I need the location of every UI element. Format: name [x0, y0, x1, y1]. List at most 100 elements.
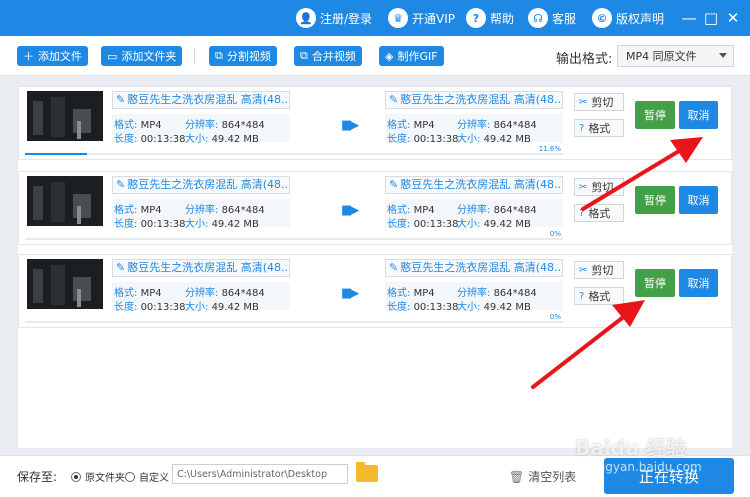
target-format: 格式: MP4	[387, 284, 435, 299]
help-icon: ?	[466, 8, 486, 28]
target-format: 格式: MP4	[387, 116, 435, 131]
source-size-value: 49.42 MB	[211, 134, 259, 145]
target-filename[interactable]: ✎ 憨豆先生之洗衣房混乱 高清(48...	[385, 176, 563, 194]
cancel-button[interactable]: 取消	[679, 186, 718, 214]
source-resolution: 分辨率: 864*484	[185, 284, 265, 299]
cut-button[interactable]: ✂ 剪切	[574, 178, 624, 196]
target-format: 格式: MP4	[387, 201, 435, 216]
cancel-button[interactable]: 取消	[679, 269, 718, 297]
save-to-label: 保存至:	[17, 470, 58, 484]
edit-icon: ✎	[389, 261, 399, 274]
output-format-value: MP4 同原文件	[626, 50, 697, 63]
add-folder-button[interactable]: ▭ 添加文件夹	[101, 46, 183, 66]
target-size: 大小: 49.42 MB	[457, 215, 531, 230]
customer-service-label: 客服	[552, 11, 577, 26]
format-label: 格式	[588, 122, 611, 135]
edit-icon: ✎	[389, 93, 399, 106]
open-vip-label: 开通VIP	[412, 11, 455, 26]
source-format: 格式: MP4	[114, 201, 162, 216]
help-link[interactable]: ? 帮助	[466, 7, 514, 29]
target-filename[interactable]: ✎ 憨豆先生之洗衣房混乱 高清(48...	[385, 259, 563, 277]
cut-button[interactable]: ✂ 剪切	[574, 93, 624, 111]
cut-label: 剪切	[591, 96, 614, 109]
task-row: ✎ 憨豆先生之洗衣房混乱 高清(48... 格式: MP4 分辨率: 864*48…	[18, 86, 732, 160]
scissors-icon: ✂	[579, 96, 588, 108]
folder-icon: ▭	[107, 49, 118, 63]
edit-icon: ✎	[116, 178, 126, 191]
convert-arrow-icon: ▮▮▶	[341, 118, 359, 133]
source-filename[interactable]: ✎ 憨豆先生之洗衣房混乱 高清(48...	[112, 91, 290, 109]
edit-icon: ✎	[116, 93, 126, 106]
source-size-key: 大小:	[185, 302, 209, 313]
target-resolution: 分辨率: 864*484	[457, 284, 537, 299]
video-thumbnail	[27, 176, 103, 226]
target-filename-text: 憨豆先生之洗衣房混乱 高清(48...	[400, 93, 563, 106]
target-dur-key: 长度:	[387, 134, 411, 145]
radio-custom-folder[interactable]: 自定义	[125, 469, 169, 484]
target-filename-text: 憨豆先生之洗衣房混乱 高清(48...	[400, 261, 563, 274]
source-resolution: 分辨率: 864*484	[185, 116, 265, 131]
copyright-link[interactable]: © 版权声明	[592, 7, 664, 29]
split-video-button[interactable]: ⧉ 分割视频	[209, 46, 277, 66]
convert-arrow-icon: ▮▮▶	[341, 286, 359, 301]
source-filename[interactable]: ✎ 憨豆先生之洗衣房混乱 高清(48...	[112, 259, 290, 277]
title-bar: 👤 注册/登录 ♛ 开通VIP ? 帮助 ☊ 客服 © 版权声明 — □ ✕	[0, 0, 750, 36]
task-row: ✎ 憨豆先生之洗衣房混乱 高清(48... 格式: MP4 分辨率: 864*48…	[18, 171, 732, 245]
merge-video-button[interactable]: ⧉ 合并视频	[294, 46, 362, 66]
video-thumbnail	[27, 259, 103, 309]
pause-button[interactable]: 暂停	[635, 269, 675, 297]
split-video-label: 分割视频	[226, 50, 271, 63]
cancel-button[interactable]: 取消	[679, 101, 718, 129]
output-format-label: 输出格式:	[556, 52, 613, 67]
source-format: 格式: MP4	[114, 116, 162, 131]
pause-button[interactable]: 暂停	[635, 101, 675, 129]
add-folder-label: 添加文件夹	[121, 50, 177, 63]
radio-custom-label: 自定义	[139, 473, 169, 484]
close-button[interactable]: ✕	[724, 9, 742, 27]
source-dur-key: 长度:	[114, 302, 138, 313]
target-size-key: 大小:	[457, 302, 481, 313]
target-size: 大小: 49.42 MB	[457, 130, 531, 145]
radio-checked-icon	[71, 471, 81, 482]
target-dur-key: 长度:	[387, 302, 411, 313]
format-button[interactable]: ? 格式	[574, 119, 624, 137]
source-duration: 长度: 00:13:38	[114, 130, 185, 145]
make-gif-button[interactable]: ◈ 制作GIF	[379, 46, 444, 66]
target-dur-value: 00:13:38	[413, 134, 459, 145]
source-dur-value: 00:13:38	[140, 302, 186, 313]
source-size: 大小: 49.42 MB	[185, 130, 259, 145]
source-size: 大小: 49.42 MB	[185, 298, 259, 313]
source-size-value: 49.42 MB	[211, 219, 259, 230]
format-button[interactable]: ? 格式	[574, 287, 624, 305]
radio-original-folder[interactable]: 原文件夹	[71, 469, 125, 484]
cut-button[interactable]: ✂ 剪切	[574, 261, 624, 279]
format-icon: ?	[579, 122, 585, 134]
gif-icon: ◈	[385, 49, 394, 63]
format-button[interactable]: ? 格式	[574, 204, 624, 222]
source-duration: 长度: 00:13:38	[114, 298, 185, 313]
minimize-button[interactable]: —	[680, 9, 698, 27]
target-filename[interactable]: ✎ 憨豆先生之洗衣房混乱 高清(48...	[385, 91, 563, 109]
maximize-button[interactable]: □	[702, 9, 720, 27]
target-size-key: 大小:	[457, 219, 481, 230]
output-format-select[interactable]: MP4 同原文件	[617, 45, 734, 67]
progress-bar	[25, 238, 563, 240]
target-duration: 长度: 00:13:38	[387, 298, 458, 313]
save-path-input[interactable]	[172, 464, 348, 484]
scissors-icon: ✂	[579, 264, 588, 276]
target-dur-value: 00:13:38	[413, 302, 459, 313]
folder-icon[interactable]	[356, 462, 378, 482]
customer-service-link[interactable]: ☊ 客服	[528, 7, 576, 29]
clear-list-button[interactable]: 🗑 清空列表	[509, 468, 576, 485]
merge-video-label: 合并视频	[311, 50, 356, 63]
source-filename[interactable]: ✎ 憨豆先生之洗衣房混乱 高清(48...	[112, 176, 290, 194]
video-thumbnail	[27, 91, 103, 141]
target-size-value: 49.42 MB	[483, 134, 531, 145]
pause-button[interactable]: 暂停	[635, 186, 675, 214]
add-file-button[interactable]: ＋ 添加文件	[17, 46, 88, 66]
copyright-label: 版权声明	[616, 11, 665, 26]
source-filename-text: 憨豆先生之洗衣房混乱 高清(48...	[127, 261, 290, 274]
open-vip-link[interactable]: ♛ 开通VIP	[388, 7, 455, 29]
convert-arrow-icon: ▮▮▶	[341, 203, 359, 218]
login-register-link[interactable]: 👤 注册/登录	[296, 7, 372, 29]
